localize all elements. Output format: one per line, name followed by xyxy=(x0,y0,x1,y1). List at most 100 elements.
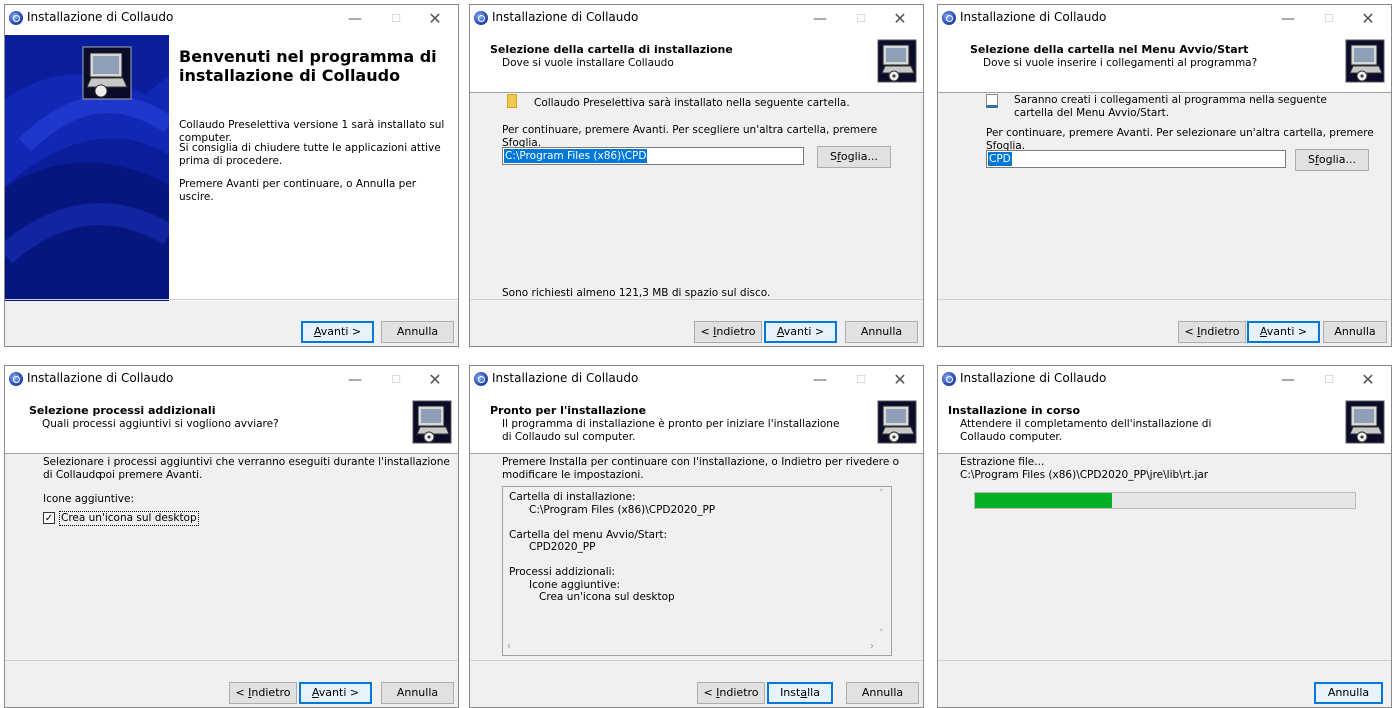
start-menu-info: Saranno creati i collegamenti al program… xyxy=(1014,94,1327,119)
cancel-button[interactable]: Annulla xyxy=(381,321,454,343)
app-icon xyxy=(942,11,956,25)
page-subtitle: Attendere il completamento dell'installa… xyxy=(960,418,1212,443)
next-hotkey: A xyxy=(776,325,784,338)
page-title: Pronto per l'installazione xyxy=(490,404,647,417)
checkbox-label: Crea un'icona sul desktop xyxy=(59,511,199,526)
destination-window: Installazione di Collaudo — ☐ ✕ Selezion… xyxy=(469,4,924,347)
start-menu-folder-value: CPD xyxy=(988,152,1012,166)
back-label-rest: ndietro xyxy=(251,686,291,699)
page-title: Selezione processi addizionali xyxy=(29,404,216,417)
progress-bar xyxy=(974,492,1356,509)
tasks-group-label: Icone aggiuntive: xyxy=(43,493,134,505)
minimize-icon[interactable]: — xyxy=(1271,8,1305,30)
next-hotkey: A xyxy=(313,325,321,338)
back-button[interactable]: < Indietro xyxy=(229,682,297,704)
welcome-text-3: Premere Avanti per continuare, o Annulla… xyxy=(179,178,417,203)
title-bar[interactable]: Installazione di Collaudo — ☐ ✕ xyxy=(938,5,1391,35)
horizontal-scrollbar[interactable]: ‹ › xyxy=(503,640,878,655)
folder-icon xyxy=(507,94,517,108)
ready-instruction: Premere Installa per continuare con l'in… xyxy=(502,456,900,481)
page-title: Installazione in corso xyxy=(948,404,1081,417)
installer-icon xyxy=(1345,39,1385,83)
browse-button[interactable]: Sfoglia... xyxy=(817,146,891,168)
minimize-icon[interactable]: — xyxy=(338,369,372,391)
maximize-icon: ☐ xyxy=(1324,373,1334,386)
window-title: Installazione di Collaudo xyxy=(960,10,1107,24)
title-bar[interactable]: Installazione di Collaudo — ☐ ✕ xyxy=(5,5,458,35)
cancel-button[interactable]: Annulla xyxy=(381,682,454,704)
window-title: Installazione di Collaudo xyxy=(27,10,174,24)
installer-icon xyxy=(1345,400,1385,444)
browse-label-pre: S xyxy=(830,150,838,163)
page-subtitle: Dove si vuole installare Collaudo xyxy=(502,57,674,69)
scroll-right-icon[interactable]: › xyxy=(870,641,874,652)
minimize-icon[interactable]: — xyxy=(338,8,372,30)
footer-divider xyxy=(470,299,923,300)
start-menu-icon xyxy=(986,94,998,108)
next-button[interactable]: Avanti > xyxy=(301,321,374,343)
title-bar[interactable]: Installazione di Collaudo — ☐ ✕ xyxy=(938,366,1391,396)
tasks-info-line-2: poi premere Avanti. xyxy=(99,469,203,481)
minimize-icon[interactable]: — xyxy=(1271,369,1305,391)
vertical-scrollbar[interactable]: ˄ ˅ xyxy=(876,487,891,641)
back-label-rest: ndietro xyxy=(1200,325,1240,338)
next-button[interactable]: Avanti > xyxy=(1247,321,1320,343)
scroll-up-icon[interactable]: ˄ xyxy=(879,489,884,499)
current-file-text: C:\Program Files (x86)\CPD2020_PP\jre\li… xyxy=(960,469,1209,481)
destination-path-input[interactable]: C:\Program Files (x86)\CPD xyxy=(502,147,804,165)
welcome-panel: Benvenuti nel programma di installazione… xyxy=(169,35,458,301)
title-bar[interactable]: Installazione di Collaudo — ☐ ✕ xyxy=(470,366,923,396)
close-icon[interactable]: ✕ xyxy=(883,369,917,391)
back-button[interactable]: < Indietro xyxy=(694,321,762,343)
close-icon[interactable]: ✕ xyxy=(1351,369,1385,391)
wizard-header: Pronto per l'installazione Il programma … xyxy=(470,396,923,454)
close-icon[interactable]: ✕ xyxy=(418,369,452,391)
close-icon[interactable]: ✕ xyxy=(1351,8,1385,30)
wizard-header: Selezione della cartella di installazion… xyxy=(470,35,923,93)
footer-divider xyxy=(470,660,923,661)
scroll-left-icon[interactable]: ‹ xyxy=(507,641,511,652)
close-icon[interactable]: ✕ xyxy=(883,8,917,30)
memo-line: CPD2020_PP xyxy=(509,541,596,553)
wizard-header: Selezione della cartella nel Menu Avvio/… xyxy=(938,35,1391,93)
scroll-down-icon[interactable]: ˅ xyxy=(879,629,884,639)
cancel-button[interactable]: Annulla xyxy=(845,321,918,343)
minimize-icon[interactable]: — xyxy=(803,8,837,30)
install-button[interactable]: Installa xyxy=(767,682,833,704)
cancel-button[interactable]: Annulla xyxy=(846,682,919,704)
cancel-button[interactable]: Annulla xyxy=(1314,682,1383,704)
back-label-pre: < xyxy=(700,325,714,338)
page-subtitle: Quali processi aggiuntivi si vogliono av… xyxy=(42,418,279,430)
page-title: Selezione della cartella di installazion… xyxy=(490,43,733,56)
install-label-pre: Inst xyxy=(780,686,801,699)
ready-summary-memo[interactable]: Cartella di installazione: C:\Program Fi… xyxy=(502,486,892,656)
memo-line: Icone aggiuntive: xyxy=(509,578,621,591)
window-title: Installazione di Collaudo xyxy=(492,371,639,385)
minimize-icon[interactable]: — xyxy=(803,369,837,391)
back-button[interactable]: < Indietro xyxy=(697,682,765,704)
app-icon xyxy=(9,11,23,25)
back-label-rest: ndietro xyxy=(716,325,756,338)
desktop-icon-checkbox[interactable]: ✓ Crea un'icona sul desktop xyxy=(43,511,203,526)
installer-icon xyxy=(412,400,452,444)
back-button[interactable]: < Indietro xyxy=(1178,321,1246,343)
next-label: vanti > xyxy=(320,325,362,338)
installing-window: Installazione di Collaudo — ☐ ✕ Installa… xyxy=(937,365,1392,708)
browse-button[interactable]: Sfoglia... xyxy=(1295,149,1369,171)
next-button[interactable]: Avanti > xyxy=(299,682,372,704)
next-button[interactable]: Avanti > xyxy=(764,321,837,343)
ready-window: Installazione di Collaudo — ☐ ✕ Pronto p… xyxy=(469,365,924,708)
memo-line xyxy=(509,516,869,529)
wizard-header: Selezione processi addizionali Quali pro… xyxy=(5,396,458,454)
title-bar[interactable]: Installazione di Collaudo — ☐ ✕ xyxy=(470,5,923,35)
cancel-button[interactable]: Annulla xyxy=(1323,321,1387,343)
window-title: Installazione di Collaudo xyxy=(960,371,1107,385)
close-icon[interactable]: ✕ xyxy=(418,8,452,30)
back-label-pre: < xyxy=(703,686,717,699)
checkbox-box[interactable]: ✓ xyxy=(43,512,55,524)
app-icon xyxy=(474,11,488,25)
start-menu-folder-input[interactable]: CPD xyxy=(986,150,1286,168)
maximize-icon: ☐ xyxy=(1324,12,1334,25)
title-bar[interactable]: Installazione di Collaudo — ☐ ✕ xyxy=(5,366,458,396)
wizard-banner-image xyxy=(5,35,169,301)
